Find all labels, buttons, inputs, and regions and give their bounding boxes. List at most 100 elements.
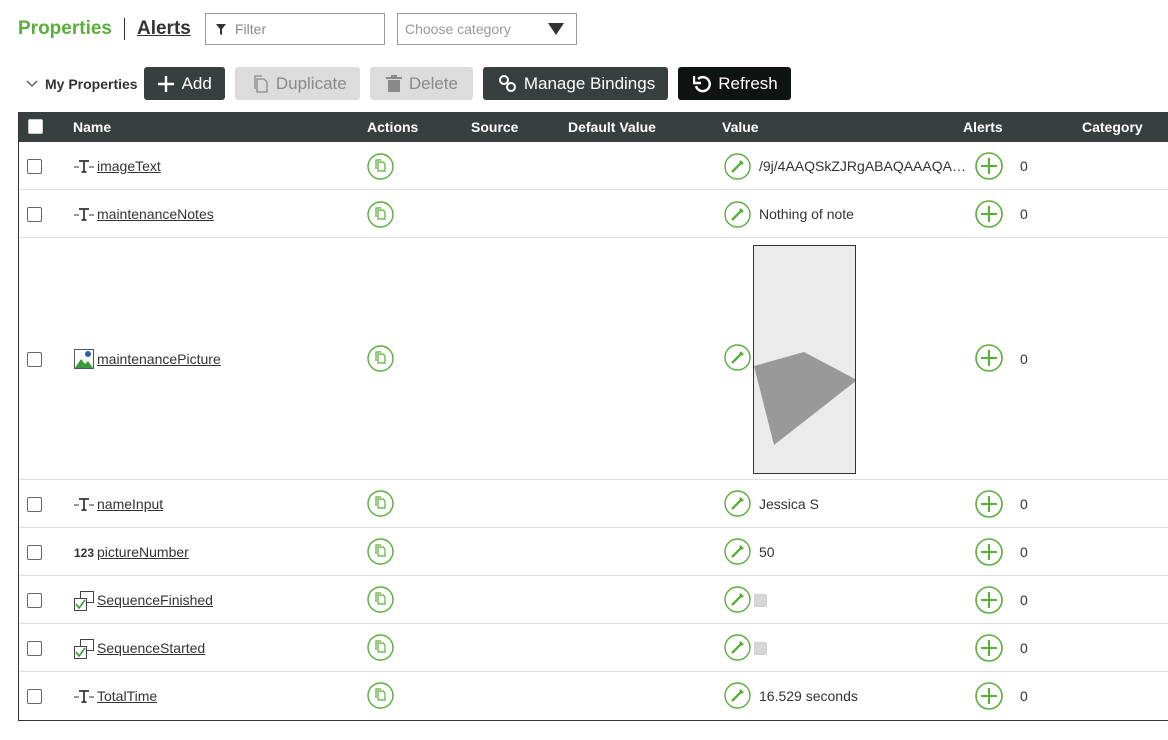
alert-count: 0	[1020, 640, 1028, 656]
property-name-link[interactable]: maintenancePicture	[97, 351, 221, 367]
number-type-icon: 123	[74, 546, 95, 560]
manage-bindings-button[interactable]: Manage Bindings	[482, 67, 669, 100]
property-name-link[interactable]: nameInput	[97, 496, 163, 512]
property-value: Jessica S	[759, 496, 819, 512]
chevron-down-icon	[26, 80, 38, 87]
plus-icon	[157, 75, 174, 92]
edit-value-icon[interactable]	[724, 490, 751, 517]
toolbar: My Properties Add Duplicate Delete Manag…	[26, 67, 801, 100]
filter-icon	[216, 23, 226, 35]
column-default-value[interactable]: Default Value	[568, 112, 656, 142]
column-category[interactable]: Category	[1082, 112, 1143, 142]
edit-value-icon[interactable]	[724, 538, 751, 565]
copy-action-icon[interactable]	[367, 538, 394, 565]
edit-value-icon[interactable]	[724, 344, 751, 371]
edit-value-icon[interactable]	[724, 201, 751, 228]
link-icon	[498, 75, 516, 92]
table-row[interactable]: TotalTime 16.529 seconds 0	[19, 672, 1168, 720]
image-type-icon	[74, 349, 94, 369]
row-checkbox[interactable]	[27, 207, 42, 222]
delete-label: Delete	[408, 73, 458, 93]
tab-properties[interactable]: Properties	[18, 18, 112, 40]
row-checkbox[interactable]	[27, 689, 42, 704]
edit-value-icon[interactable]	[724, 682, 751, 709]
table-row[interactable]: SequenceStarted 0	[19, 624, 1168, 672]
section-label: My Properties	[45, 75, 138, 92]
column-name[interactable]: Name	[73, 112, 111, 142]
boolean-type-icon	[74, 591, 94, 611]
property-name-link[interactable]: SequenceStarted	[97, 640, 205, 656]
table-row[interactable]: SequenceFinished 0	[19, 576, 1168, 624]
duplicate-icon	[254, 74, 268, 93]
delete-button[interactable]: Delete	[369, 67, 473, 100]
refresh-button[interactable]: Refresh	[678, 67, 791, 100]
table-row[interactable]: 123 pictureNumber 50 0	[19, 528, 1168, 576]
add-alert-icon[interactable]	[975, 682, 1003, 710]
table-row[interactable]: maintenancePicture 0	[19, 238, 1168, 480]
filter-field[interactable]	[205, 13, 385, 45]
edit-value-icon[interactable]	[724, 586, 751, 613]
maintenance-picture-thumbnail[interactable]	[753, 245, 856, 474]
duplicate-button[interactable]: Duplicate	[234, 67, 360, 100]
row-checkbox[interactable]	[27, 545, 42, 560]
edit-value-icon[interactable]	[724, 153, 751, 180]
property-name-link[interactable]: pictureNumber	[97, 544, 189, 560]
text-type-icon	[74, 690, 94, 703]
add-button[interactable]: Add	[143, 67, 225, 100]
property-name-link[interactable]: SequenceFinished	[97, 592, 213, 608]
select-all-checkbox[interactable]	[28, 119, 43, 134]
add-alert-icon[interactable]	[975, 586, 1003, 614]
alert-count: 0	[1020, 496, 1028, 512]
my-properties-toggle[interactable]: My Properties	[26, 76, 138, 92]
copy-action-icon[interactable]	[367, 490, 394, 517]
table-row[interactable]: nameInput Jessica S 0	[19, 480, 1168, 528]
copy-action-icon[interactable]	[367, 634, 394, 661]
add-label: Add	[181, 73, 212, 93]
manage-bindings-label: Manage Bindings	[523, 73, 656, 93]
tab-alerts[interactable]: Alerts	[137, 18, 191, 40]
add-alert-icon[interactable]	[975, 200, 1003, 228]
copy-action-icon[interactable]	[367, 345, 394, 372]
property-name-link[interactable]: maintenanceNotes	[97, 206, 214, 222]
property-value: /9j/4AAQSkZJRgABAQAAAQABAAD	[759, 158, 971, 174]
tab-divider	[123, 18, 125, 40]
add-alert-icon[interactable]	[975, 490, 1003, 518]
category-placeholder: Choose category	[405, 21, 511, 37]
add-alert-icon[interactable]	[975, 152, 1003, 180]
category-select[interactable]: Choose category	[397, 13, 577, 45]
add-alert-icon[interactable]	[975, 538, 1003, 566]
property-name-link[interactable]: TotalTime	[97, 688, 157, 704]
duplicate-label: Duplicate	[275, 73, 347, 93]
refresh-icon	[693, 75, 712, 92]
table-row[interactable]: maintenanceNotes Nothing of note 0	[19, 190, 1168, 238]
value-checkbox	[754, 642, 767, 655]
dropdown-arrow-icon	[548, 23, 564, 35]
property-name-link[interactable]: imageText	[97, 158, 161, 174]
row-checkbox[interactable]	[27, 497, 42, 512]
column-value[interactable]: Value	[722, 112, 759, 142]
boolean-type-icon	[74, 639, 94, 659]
copy-action-icon[interactable]	[367, 201, 394, 228]
alert-count: 0	[1020, 592, 1028, 608]
refresh-label: Refresh	[718, 73, 778, 93]
filter-input[interactable]	[235, 21, 365, 37]
view-tabs: Properties Alerts	[18, 13, 191, 45]
row-checkbox[interactable]	[27, 641, 42, 656]
add-alert-icon[interactable]	[975, 634, 1003, 662]
table-row[interactable]: imageText /9j/4AAQSkZJRgABAQAAAQABAAD 0	[19, 142, 1168, 190]
property-value: 16.529 seconds	[759, 688, 858, 704]
row-checkbox[interactable]	[27, 352, 42, 367]
copy-action-icon[interactable]	[367, 153, 394, 180]
text-type-icon	[74, 498, 94, 511]
alert-count: 0	[1020, 688, 1028, 704]
column-alerts[interactable]: Alerts	[963, 112, 1003, 142]
row-checkbox[interactable]	[27, 159, 42, 174]
row-checkbox[interactable]	[27, 593, 42, 608]
picture-content	[754, 352, 855, 445]
copy-action-icon[interactable]	[367, 586, 394, 613]
column-source[interactable]: Source	[471, 112, 518, 142]
edit-value-icon[interactable]	[724, 634, 751, 661]
copy-action-icon[interactable]	[367, 682, 394, 709]
column-actions: Actions	[367, 119, 419, 135]
add-alert-icon[interactable]	[975, 344, 1003, 372]
